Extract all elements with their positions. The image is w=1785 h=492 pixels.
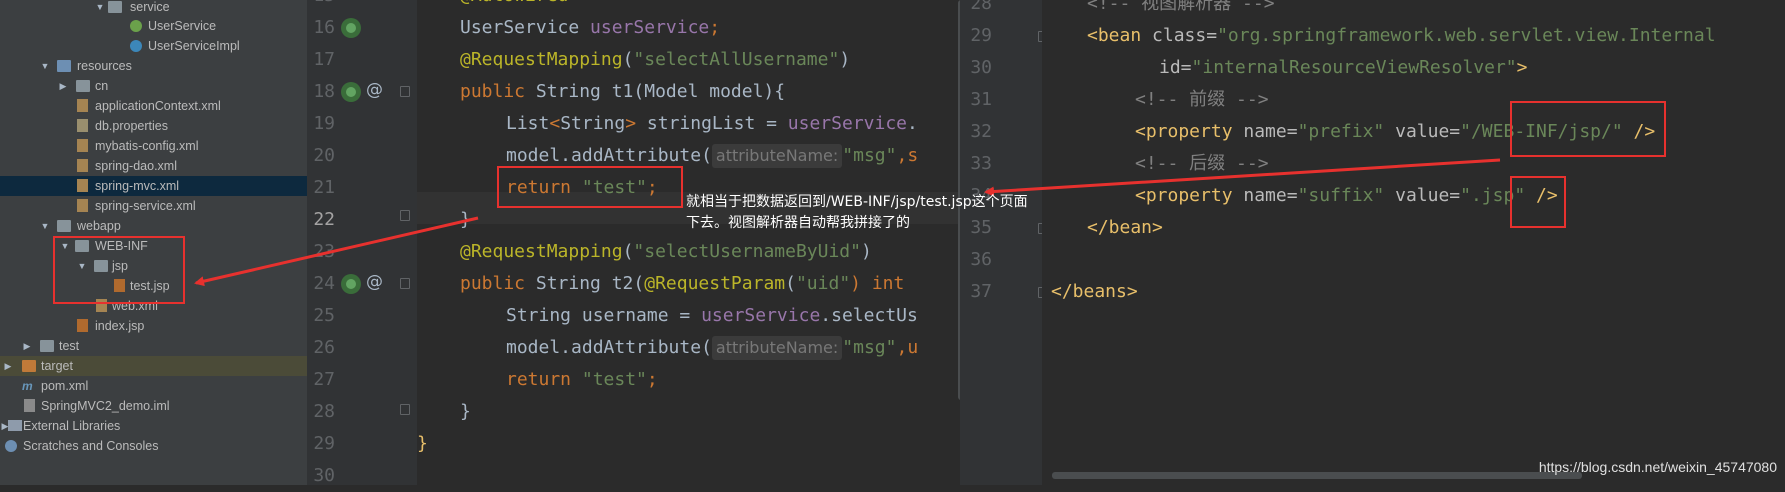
watermark-url: https://blog.csdn.net/weixin_45747080 [1538,459,1777,475]
annotation-arrows [194,158,1501,287]
annotation-note-line: 就相当于把数据返回到/WEB-INF/jsp/test.jsp这个页面 [686,194,1028,210]
arrow-from-view-resolver [984,158,1501,197]
arrow-to-jsp-folder [194,216,479,287]
annotation-note: 就相当于把数据返回到/WEB-INF/jsp/test.jsp这个页面 下去。视… [686,192,1086,234]
annotation-note-line: 下去。视图解析器自动帮我拼接了的 [686,215,910,231]
